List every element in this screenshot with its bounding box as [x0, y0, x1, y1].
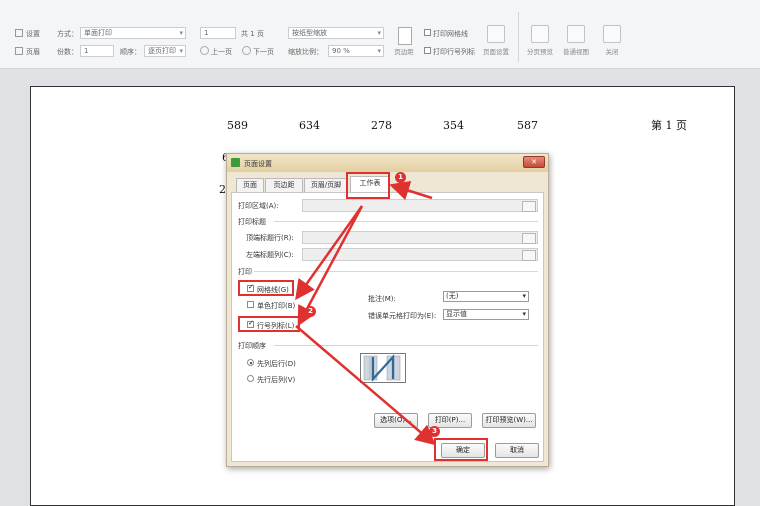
step-badge-3: 3 [429, 426, 440, 437]
step-badge-2: 2 [305, 306, 316, 317]
arrow-to-sheet-tab [389, 180, 433, 201]
step-badge-1: 1 [395, 172, 406, 183]
arrow-to-ok [295, 325, 436, 446]
arrow-to-rowcol [297, 205, 364, 327]
annotation-arrows [295, 180, 436, 446]
arrow-to-gridlines [295, 205, 364, 301]
